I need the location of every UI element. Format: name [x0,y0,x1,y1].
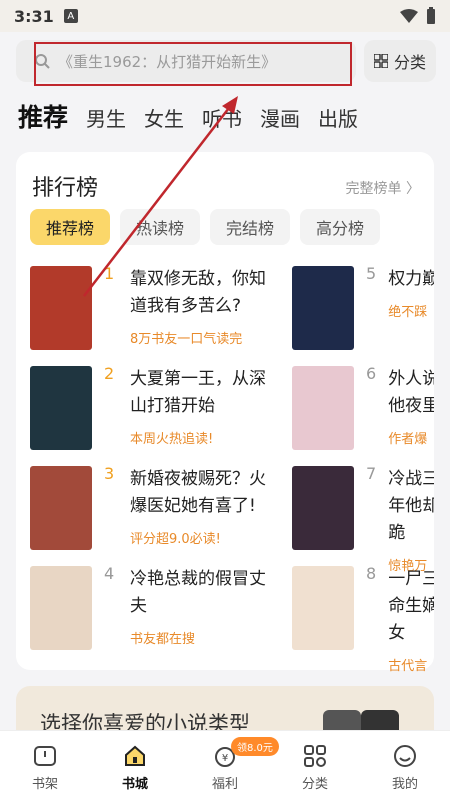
book-title: 冷战三年他却跪 [388,469,434,543]
book-title: 外人说他夜里 [388,369,434,416]
nav-label: 福利 [211,777,238,792]
nav-label: 我的 [391,777,418,792]
nav-profile[interactable]: 我的 [375,743,435,792]
book-subtitle: 本周火热追读! [130,432,214,447]
book-rank: 6 [366,366,377,383]
battery-icon [427,7,435,24]
book-item[interactable]: 7 冷战三年他却跪 惊艳万 [292,466,434,574]
status-time: 3:31 [14,6,54,26]
book-title: 大夏第一王，从深山打猎开始 [130,369,266,416]
book-rank: 7 [366,466,377,483]
book-subtitle: 书友都在搜 [130,632,196,647]
book-item[interactable]: 5 权力巅峰：背叛我绝不踩 [292,266,434,350]
book-title: 冷艳总裁的假冒丈夫 [130,569,266,616]
book-item[interactable]: 1 靠双修无敌，你知道我有多苦么? 8万书友一口气读完 [30,264,292,350]
highlight-box [34,42,352,86]
book-title: 新婚夜被赐死？火爆医妃她有喜了! [130,469,266,516]
book-item[interactable]: 6 外人说他夜里作者爆 [292,366,434,450]
bottom-nav: 书架 书城 领8.0元 ¥ 福利 分类 我的 [0,730,450,800]
book-cover [30,266,92,350]
book-rank: 4 [104,564,115,583]
book-title: 权力巅峰：背叛我 [388,269,434,289]
book-cover [292,466,354,550]
nav-store[interactable]: 书城 [105,743,165,792]
book-rank: 2 [104,364,115,383]
ranking-title: 排行榜 [32,176,99,201]
tab-audio[interactable]: 听书 [202,103,242,132]
nav-label: 书城 [121,777,148,792]
tab-female[interactable]: 女生 [144,103,184,132]
book-subtitle: 作者爆 [388,432,428,447]
ranking-card: 排行榜 完整榜单 〉 推荐榜 热读榜 完结榜 高分榜 1 靠双修无敌，你知道我有… [16,152,434,674]
tab-male[interactable]: 男生 [86,103,126,132]
chip-high-score[interactable]: 高分榜 [300,209,381,245]
notification-icon: A [63,9,78,23]
book-item[interactable]: 2 大夏第一王，从深山打猎开始本周火热追读! [30,364,292,450]
book-cover [292,566,354,650]
nav-label: 分类 [301,777,328,792]
svg-text:¥: ¥ [222,753,228,764]
book-title: 靠双修无敌，你知道我有多苦么? [130,269,266,316]
chip-finished[interactable]: 完结榜 [210,209,291,245]
tab-publish[interactable]: 出版 [318,103,358,132]
tab-comic[interactable]: 漫画 [260,103,300,132]
grid-icon [373,54,388,68]
full-ranking-link[interactable]: 完整榜单 〉 [346,178,420,198]
category-label: 分类 [393,53,426,72]
nav-welfare[interactable]: 领8.0元 ¥ 福利 [195,737,279,792]
channel-tabs: 推荐 男生 女生 听书 漫画 出版 [18,98,358,134]
chip-recommend[interactable]: 推荐榜 [30,209,111,245]
category-button[interactable]: 分类 [364,40,436,82]
book-rank: 8 [366,566,377,583]
profile-icon [394,745,416,767]
book-rank: 5 [366,266,377,283]
book-cover [292,366,354,450]
nav-label: 书架 [31,777,58,792]
book-rank: 1 [104,264,115,283]
book-rank: 3 [104,464,115,483]
bookshelf-icon [34,746,56,766]
nav-bookshelf[interactable]: 书架 [15,743,75,792]
wifi-icon [400,9,418,23]
welfare-badge: 领8.0元 [231,737,279,756]
book-cover [30,566,92,650]
book-item[interactable]: 3 新婚夜被赐死？火爆医妃她有喜了! 评分超9.0必读! [30,464,292,550]
tab-recommend[interactable]: 推荐 [18,98,68,134]
book-item[interactable]: 8 一尸三命生嫡女古代言 [292,566,434,674]
book-cover [30,366,92,450]
book-title: 一尸三命生嫡女 [388,569,434,643]
category-icon [304,745,326,767]
nav-category[interactable]: 分类 [285,743,345,792]
book-subtitle: 古代言 [388,659,428,674]
book-subtitle: 评分超9.0必读! [130,532,221,547]
status-bar: 3:31 A [0,0,450,32]
book-subtitle: 绝不踩 [388,305,428,320]
book-subtitle: 8万书友一口气读完 [130,332,243,347]
book-cover [292,266,354,350]
book-cover [30,466,92,550]
chip-hot[interactable]: 热读榜 [120,209,201,245]
book-item[interactable]: 4 冷艳总裁的假冒丈夫书友都在搜 [30,564,292,650]
store-icon [125,745,145,766]
